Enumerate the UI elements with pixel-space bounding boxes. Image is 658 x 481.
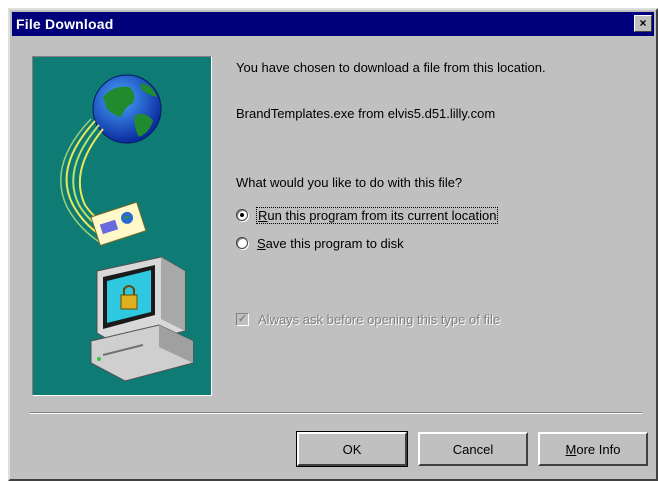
run-program-radio[interactable] <box>236 209 248 221</box>
run-program-label[interactable]: Run this program from its current locati… <box>255 206 499 224</box>
always-ask-checkbox: ✓ <box>236 312 249 326</box>
window-title: File Download <box>16 16 114 32</box>
run-program-option[interactable]: Run this program from its current locati… <box>236 206 499 224</box>
file-download-dialog: File Download × You have chosen to downl… <box>8 8 658 481</box>
save-program-option[interactable]: Save this program to disk <box>236 234 404 252</box>
always-ask-label: Always ask before opening this type of f… <box>258 311 501 327</box>
close-button[interactable]: × <box>634 15 652 32</box>
intro-text: You have chosen to download a file from … <box>236 60 546 75</box>
cancel-button[interactable]: Cancel <box>418 432 528 466</box>
download-globe-computer-illustration-icon <box>60 74 194 382</box>
more-info-button[interactable]: More Info <box>538 432 648 466</box>
download-illustration <box>32 56 212 396</box>
separator <box>30 412 642 414</box>
file-location-text: BrandTemplates.exe from elvis5.d51.lilly… <box>236 106 496 121</box>
always-ask-option: ✓ Always ask before opening this type of… <box>236 310 500 328</box>
save-program-label[interactable]: Save this program to disk <box>257 236 404 251</box>
ok-button[interactable]: OK <box>296 431 408 467</box>
title-bar[interactable]: File Download × <box>12 12 654 36</box>
question-text: What would you like to do with this file… <box>236 175 463 190</box>
close-icon: × <box>639 16 647 30</box>
save-program-radio[interactable] <box>236 237 248 249</box>
